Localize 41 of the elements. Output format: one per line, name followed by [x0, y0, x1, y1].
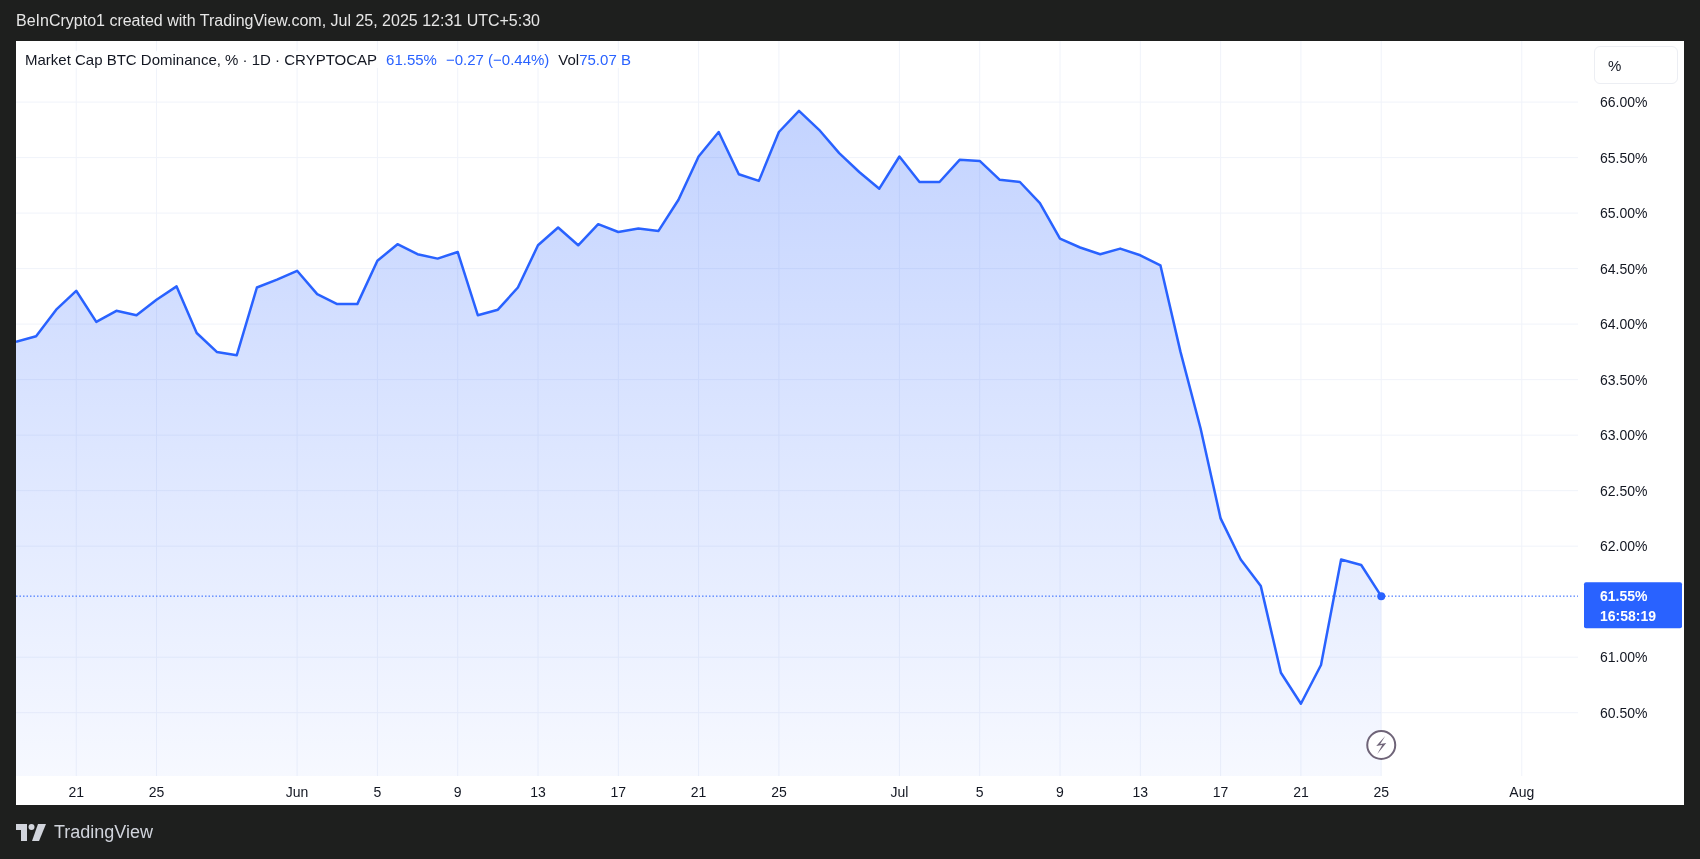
axis-label: 17 [1212, 784, 1229, 800]
axis-label: 9 [1056, 784, 1064, 800]
axis-label: 21 [68, 784, 84, 800]
axis-label: 25 [1373, 784, 1390, 800]
logo-icon [16, 823, 46, 841]
axis-label: 65.00% [1600, 205, 1648, 222]
symbol-title: Market Cap BTC Dominance, % · 1D · CRYPTOCAP [25, 51, 378, 68]
volume-label: Vol [558, 51, 580, 68]
axis-label: Aug [1509, 784, 1535, 800]
axis-label: 25 [771, 784, 787, 800]
axis-label: Jun [285, 784, 309, 800]
axis-label: 64.00% [1600, 316, 1648, 333]
countdown-timer: 16:58:19 [1600, 608, 1657, 625]
snapshot-caption: BeInCrypto1 created with TradingView.com, Jul 25, 2025 12:31 UTC+5:30 [16, 11, 540, 30]
axis-label: 9 [453, 784, 462, 800]
axis-label: 17 [610, 784, 627, 800]
axis-label: 5 [373, 784, 382, 800]
axis-label: Jul [890, 784, 909, 800]
axis-label: 65.50% [1600, 149, 1648, 166]
axis-label: 61.00% [1600, 649, 1648, 666]
axis-label: 62.50% [1600, 482, 1648, 499]
axis-label: 13 [1132, 784, 1149, 800]
axis-label: 66.00% [1600, 94, 1648, 111]
price-change: −0.27 (−0.44%) [445, 51, 550, 68]
lightning-icon[interactable] [1366, 730, 1397, 760]
last-price: 61.55% [1600, 588, 1648, 605]
axis-label: 13 [530, 784, 546, 800]
axis-label: 64.50% [1600, 260, 1648, 277]
axis-label: 63.50% [1600, 371, 1648, 388]
axis-label: 21 [690, 784, 707, 800]
axis-label: 5 [975, 784, 984, 800]
axis-label: 21 [1293, 784, 1309, 800]
axis-label: 60.50% [1600, 704, 1648, 721]
last-point-marker [1377, 592, 1386, 601]
brand-name: TradingView [54, 821, 154, 843]
last-value: 61.55% [386, 51, 437, 68]
volume-value: 75.07 B [579, 51, 631, 68]
axis-label: 63.00% [1600, 427, 1648, 444]
axis-label: 62.00% [1600, 538, 1648, 555]
axis-label: 25 [148, 784, 165, 800]
percent-scale-button[interactable]: % [1594, 46, 1678, 84]
